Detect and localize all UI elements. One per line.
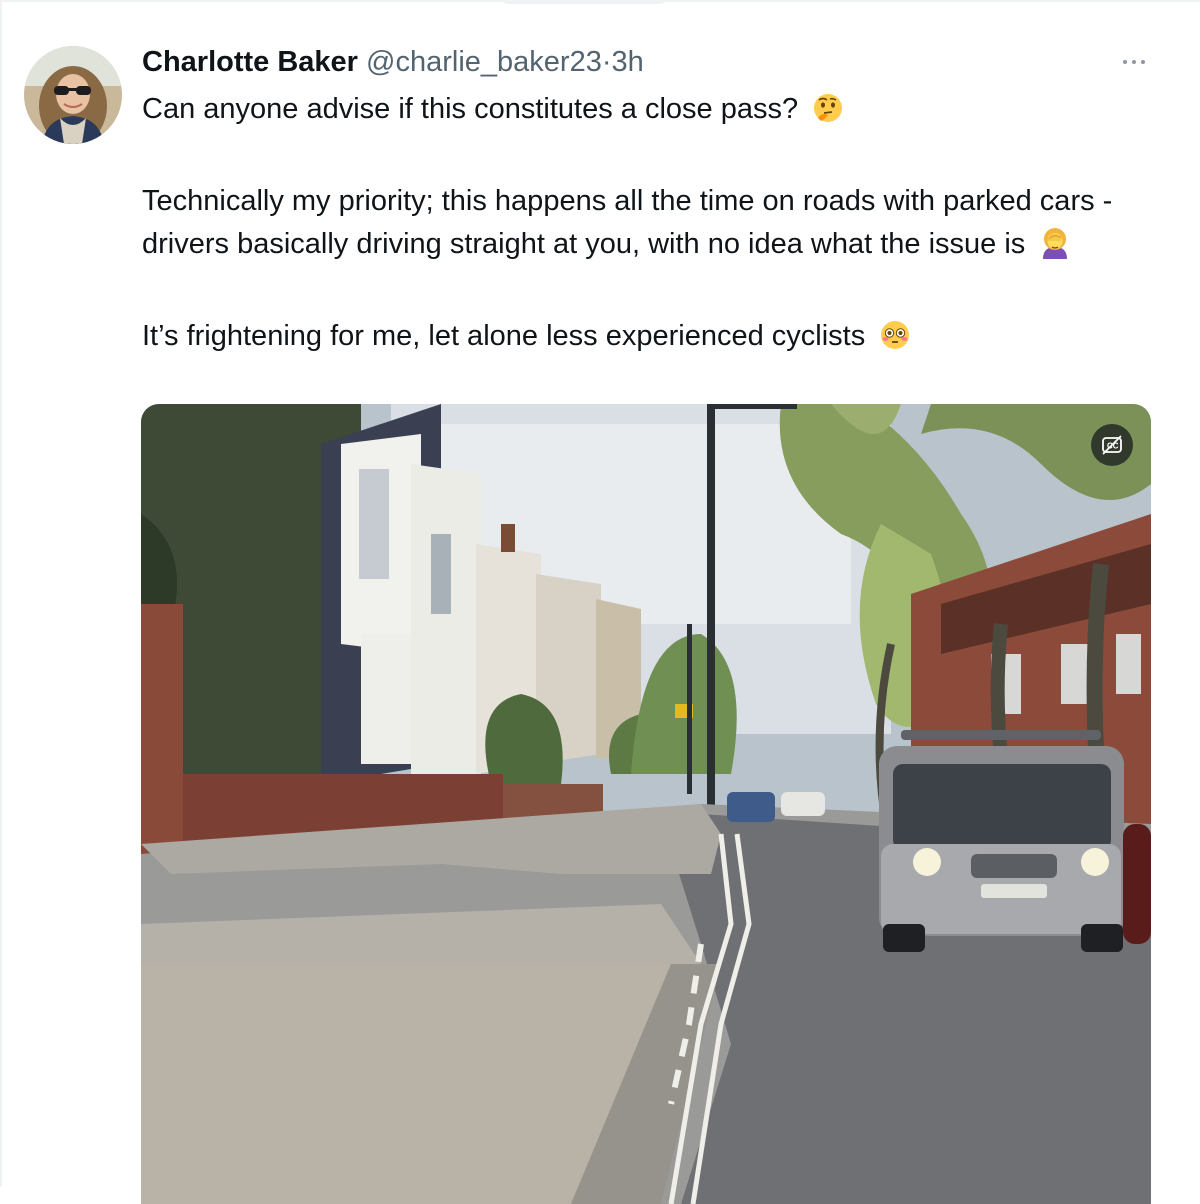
author-name[interactable]: Charlotte Baker [142,46,358,78]
tweet-card[interactable]: Charlotte Baker @charlie_baker23·3h Can … [0,0,1200,1204]
avatar[interactable] [24,46,122,144]
tweet-body: Can anyone advise if this constitutes a … [142,88,1152,364]
timestamp[interactable]: 3h [612,46,644,78]
tweet-header: Charlotte Baker @charlie_baker23·3h [142,44,644,80]
separator-dot: · [601,46,612,78]
tweet-paragraph-3-text: It’s frightening for me, let alone less … [142,320,866,352]
tweet-paragraph-2: Technically my priority; this happens al… [142,180,1152,272]
tweet-paragraph-3: It’s frightening for me, let alone less … [142,315,1152,364]
tweet-paragraph-1-text: Can anyone advise if this constitutes a … [142,93,799,125]
flushed-face-emoji [879,319,911,364]
author-handle[interactable]: @charlie_baker23 [366,46,602,78]
video-frame [141,404,1151,1204]
thinking-face-emoji [812,92,844,137]
avatar-image [24,46,122,144]
video-player[interactable]: CC [141,404,1151,1204]
thread-border [0,2,2,1187]
tweet-paragraph-1: Can anyone advise if this constitutes a … [142,88,1152,137]
face-palm-emoji [1039,227,1071,272]
tweet-paragraph-2-text: Technically my priority; this happens al… [142,185,1113,260]
more-options-icon[interactable] [1112,46,1156,78]
captions-off-icon[interactable]: CC [1091,424,1133,466]
